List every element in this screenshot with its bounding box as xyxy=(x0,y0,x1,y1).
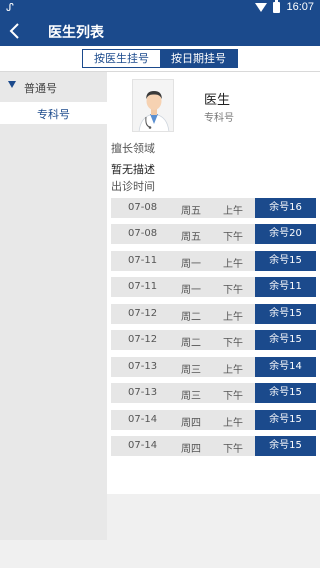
doctor-title: 专科号 xyxy=(204,113,234,124)
specialty-label: 擅长领域 xyxy=(111,142,155,155)
doctor-name: 医生 xyxy=(204,93,231,108)
remaining-slots-button[interactable]: 余号15 xyxy=(255,436,316,456)
schedule-day: 周三 xyxy=(181,365,201,376)
schedule-label: 出诊时间 xyxy=(111,180,155,193)
page-title: 医生列表 xyxy=(48,25,104,41)
sidebar-group-label: 普通号 xyxy=(24,82,57,95)
schedule-date: 07-11 xyxy=(128,255,158,266)
schedule-period: 上午 xyxy=(223,418,243,429)
schedule-period: 下午 xyxy=(223,232,243,243)
schedule-period: 上午 xyxy=(223,365,243,376)
status-time: 16:07 xyxy=(286,1,314,13)
app-bar: 医生列表 xyxy=(0,16,320,46)
schedule-row: 07-13 周三 下午 余号15 xyxy=(111,383,316,403)
wifi-icon xyxy=(255,3,268,12)
tab-by-date[interactable]: 按日期挂号 xyxy=(160,50,237,67)
remaining-slots-button[interactable]: 余号14 xyxy=(255,357,316,377)
schedule-period: 上午 xyxy=(223,312,243,323)
schedule-date: 07-11 xyxy=(128,281,158,292)
remaining-slots-button[interactable]: 余号15 xyxy=(255,383,316,403)
specialty-value: 暂无描述 xyxy=(111,163,155,176)
back-button[interactable] xyxy=(7,21,25,41)
doctor-avatar-icon xyxy=(133,80,173,131)
schedule-day: 周四 xyxy=(181,444,201,455)
schedule-row: 07-11 周一 上午 余号15 xyxy=(111,251,316,271)
schedule-period: 上午 xyxy=(223,206,243,217)
sidebar: 普通号 专科号 xyxy=(0,72,107,540)
schedule-row: 07-08 周五 下午 余号20 xyxy=(111,224,316,244)
sidebar-item-label: 专科号 xyxy=(37,108,70,121)
segmented-control: 按医生挂号 按日期挂号 xyxy=(82,49,238,68)
schedule-day: 周三 xyxy=(181,391,201,402)
remaining-slots-button[interactable]: 余号15 xyxy=(255,410,316,430)
caret-down-icon xyxy=(8,81,16,88)
remaining-slots-button[interactable]: 余号15 xyxy=(255,330,316,350)
schedule-date: 07-08 xyxy=(128,228,158,239)
schedule-row: 07-08 周五 上午 余号16 xyxy=(111,198,316,218)
bug-icon: ᔑ xyxy=(6,1,14,14)
schedule-day: 周五 xyxy=(181,206,201,217)
tab-by-doctor[interactable]: 按医生挂号 xyxy=(83,50,160,67)
schedule-row: 07-13 周三 上午 余号14 xyxy=(111,357,316,377)
schedule-day: 周五 xyxy=(181,232,201,243)
remaining-slots-button[interactable]: 余号20 xyxy=(255,224,316,244)
schedule-day: 周四 xyxy=(181,418,201,429)
battery-icon xyxy=(273,0,281,13)
schedule-date: 07-14 xyxy=(128,414,158,425)
schedule-row: 07-11 周一 下午 余号11 xyxy=(111,277,316,297)
schedule-period: 下午 xyxy=(223,338,243,349)
tab-bar: 按医生挂号 按日期挂号 xyxy=(0,46,320,72)
schedule-day: 周一 xyxy=(181,259,201,270)
remaining-slots-button[interactable]: 余号16 xyxy=(255,198,316,218)
sidebar-item-specialist[interactable]: 专科号 xyxy=(0,102,107,124)
schedule-day: 周二 xyxy=(181,312,201,323)
schedule-date: 07-12 xyxy=(128,308,158,319)
remaining-slots-button[interactable]: 余号15 xyxy=(255,251,316,271)
schedule-row: 07-12 周二 下午 余号15 xyxy=(111,330,316,350)
schedule-date: 07-13 xyxy=(128,361,158,372)
schedule-date: 07-14 xyxy=(128,440,158,451)
avatar xyxy=(132,79,174,132)
schedule-date: 07-12 xyxy=(128,334,158,345)
schedule-row: 07-14 周四 下午 余号15 xyxy=(111,436,316,456)
schedule-day: 周二 xyxy=(181,338,201,349)
status-bar: ᔑ 16:07 xyxy=(0,0,320,16)
schedule-row: 07-12 周二 上午 余号15 xyxy=(111,304,316,324)
schedule-row: 07-14 周四 上午 余号15 xyxy=(111,410,316,430)
schedule-date: 07-13 xyxy=(128,387,158,398)
remaining-slots-button[interactable]: 余号11 xyxy=(255,277,316,297)
remaining-slots-button[interactable]: 余号15 xyxy=(255,304,316,324)
schedule-period: 下午 xyxy=(223,391,243,402)
sidebar-group-general[interactable]: 普通号 xyxy=(0,72,107,102)
schedule-day: 周一 xyxy=(181,285,201,296)
doctor-detail-panel: 医生 专科号 擅长领域 暂无描述 出诊时间 07-08 周五 上午 余号16 0… xyxy=(107,72,320,494)
schedule-period: 下午 xyxy=(223,285,243,296)
schedule-period: 下午 xyxy=(223,444,243,455)
schedule-date: 07-08 xyxy=(128,202,158,213)
schedule-period: 上午 xyxy=(223,259,243,270)
chevron-left-icon xyxy=(9,23,19,39)
